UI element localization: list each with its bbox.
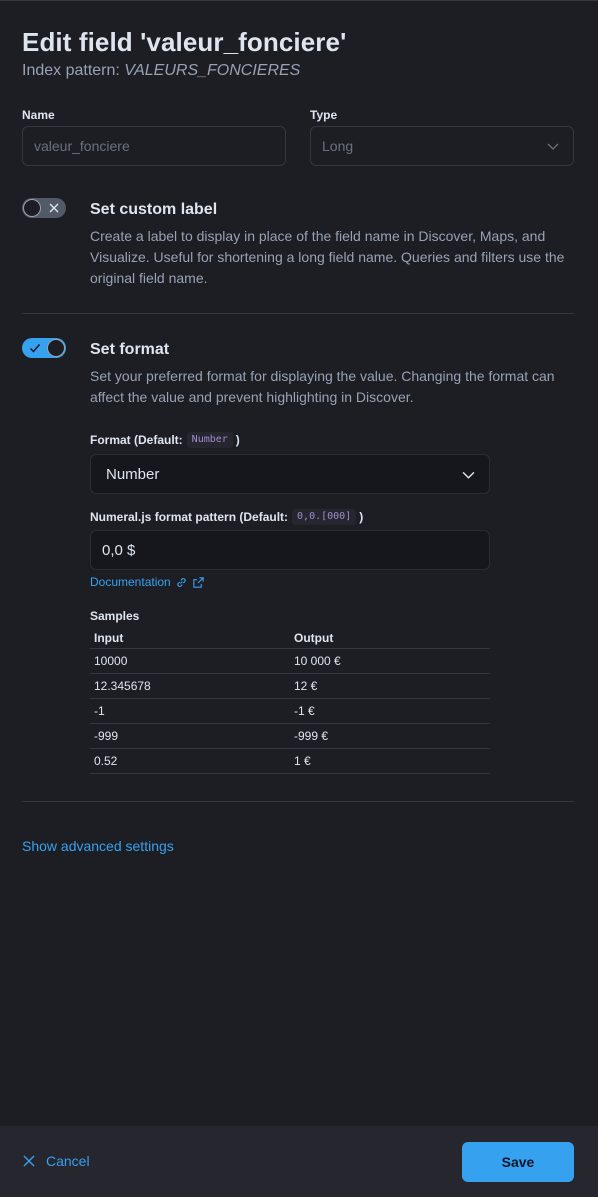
toggle-knob [23,199,41,217]
pattern-label-suffix: ) [359,510,364,524]
set-format-title: Set format [90,341,170,358]
sample-input: -1 [94,704,105,718]
type-label: Type [310,108,338,122]
table-row: 12.345678 12 € [90,674,490,699]
type-field-group: Type Long [310,108,574,166]
sample-input: 0.52 [94,754,118,768]
divider [22,801,574,802]
documentation-link-text: Documentation [90,575,171,589]
name-type-row: Name valeur_fonciere Type Long [22,108,574,168]
sample-input: 10000 [94,654,128,668]
sample-output: -1 € [294,704,315,718]
custom-label-title: Set custom label [90,201,218,218]
chevron-down-icon [547,143,559,150]
top-border [0,0,598,1]
set-format-description: Set your preferred format for displaying… [90,368,555,405]
table-row: 0.52 1 € [90,749,490,774]
close-icon [49,203,59,213]
documentation-link[interactable]: Documentation [90,575,205,589]
table-row: -1 -1 € [90,699,490,724]
toggle-knob [47,339,65,357]
flyout-body: Edit field 'valeur_fonciere' Index patte… [22,26,574,854]
page-subtitle: Index pattern: VALEURS_FONCIERES [22,60,574,82]
sample-output: 1 € [294,754,311,768]
format-select-value: Number [106,465,160,483]
index-pattern-name: VALEURS_FONCIERES [124,62,301,79]
samples-table: Input Output 10000 10 000 € 12.345678 12… [90,627,490,774]
samples-header-input: Input [94,630,124,645]
cancel-button-label: Cancel [46,1153,90,1169]
external-link-icon [193,576,204,588]
format-label-text: Format (Default: [90,433,183,447]
page-title: Edit field 'valeur_fonciere' [22,27,347,57]
divider [22,313,574,314]
show-advanced-settings-link[interactable]: Show advanced settings [22,838,174,854]
type-select-value: Long [322,138,354,154]
check-icon [29,344,41,353]
pattern-label-text: Numeral.js format pattern (Default: [90,510,289,524]
format-label-suffix: ) [235,433,240,447]
name-field-group: Name valeur_fonciere [22,108,286,166]
type-select[interactable]: Long [310,126,574,166]
sample-output: 12 € [294,679,318,693]
table-row: 10000 10 000 € [90,649,490,674]
flyout-footer: Cancel Save [0,1126,598,1197]
samples-header-row: Input Output [90,627,490,649]
sample-output: -999 € [294,729,329,743]
sample-input: -999 [94,729,119,743]
samples-header-output: Output [294,630,334,645]
table-row: -999 -999 € [90,724,490,749]
pattern-input[interactable]: 0,0 $ [90,530,490,570]
custom-label-toggle[interactable] [22,198,66,218]
cancel-button[interactable]: Cancel [22,1153,90,1169]
index-pattern-prefix: Index pattern: [22,62,120,79]
format-select[interactable]: Number [90,454,490,494]
link-icon [177,577,186,587]
close-icon [23,1155,35,1167]
name-input[interactable]: valeur_fonciere [22,126,286,166]
name-label: Name [22,108,55,122]
pattern-label: Numeral.js format pattern (Default: 0,0.… [90,509,363,525]
save-button[interactable]: Save [462,1142,574,1182]
sample-output: 10 000 € [294,654,341,668]
set-format-toggle[interactable] [22,338,66,358]
custom-label-description: Create a label to display in place of th… [90,228,565,286]
pattern-default-code: 0,0.[000] [292,509,357,525]
format-label: Format (Default: Number ) [90,432,240,448]
format-default-code: Number [186,432,233,448]
sample-input: 12.345678 [94,679,151,693]
chevron-down-icon [462,471,475,479]
samples-label: Samples [90,609,140,623]
